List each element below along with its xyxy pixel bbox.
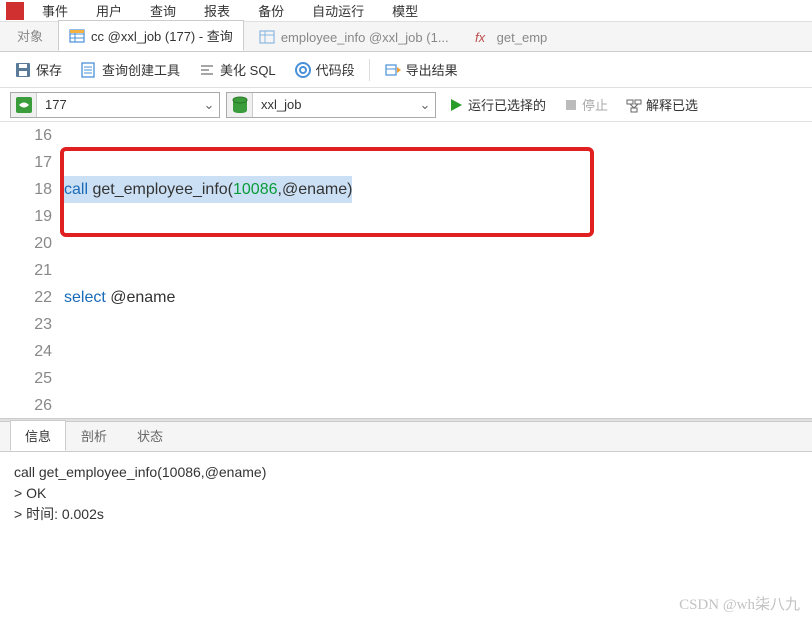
tab-info[interactable]: 信息 bbox=[10, 420, 66, 451]
result-line: > 时间: 0.002s bbox=[14, 504, 798, 525]
tab-label: get_emp bbox=[497, 30, 548, 45]
line-gutter: 1617181920212223242526 bbox=[0, 122, 64, 418]
database-selector[interactable]: xxl_job ⌄ bbox=[226, 92, 436, 118]
tab-function[interactable]: fx get_emp bbox=[464, 23, 559, 51]
button-label: 代码段 bbox=[316, 60, 355, 79]
save-button[interactable]: 保存 bbox=[10, 57, 66, 82]
tab-employee-info[interactable]: employee_info @xxl_job (1... bbox=[248, 23, 460, 51]
result-line: call get_employee_info(10086,@ename) bbox=[14, 462, 798, 483]
beautify-icon bbox=[198, 61, 216, 79]
result-output: call get_employee_info(10086,@ename) > O… bbox=[0, 452, 812, 535]
document-tabs: 对象 cc @xxl_job (177) - 查询 employee_info … bbox=[0, 22, 812, 52]
menu-item[interactable]: 模型 bbox=[378, 0, 432, 22]
function-icon: fx bbox=[475, 29, 491, 45]
code-editor[interactable]: 1617181920212223242526 call get_employee… bbox=[0, 122, 812, 418]
query-builder-icon bbox=[80, 61, 98, 79]
code-text: get_employee_info( bbox=[88, 181, 233, 198]
watermark: CSDN @wh柒八九 bbox=[679, 593, 800, 614]
tab-status[interactable]: 状态 bbox=[122, 420, 178, 451]
query-builder-button[interactable]: 查询创建工具 bbox=[76, 57, 184, 82]
beautify-sql-button[interactable]: 美化 SQL bbox=[194, 57, 280, 82]
explain-icon bbox=[626, 97, 642, 113]
menu-item[interactable]: 自动运行 bbox=[298, 0, 378, 22]
database-icon bbox=[227, 93, 253, 117]
keyword: select bbox=[64, 289, 106, 306]
button-label: 查询创建工具 bbox=[102, 60, 180, 79]
menu-item[interactable]: 用户 bbox=[82, 0, 136, 22]
result-tabs: 信息 剖析 状态 bbox=[0, 422, 812, 452]
snippet-button[interactable]: 代码段 bbox=[290, 57, 359, 82]
chevron-down-icon: ⌄ bbox=[415, 97, 435, 113]
keyword: call bbox=[64, 181, 88, 198]
run-selection-button[interactable]: 运行已选择的 bbox=[442, 92, 552, 117]
menu-item[interactable]: 事件 bbox=[28, 0, 82, 22]
code-text: @ename bbox=[106, 289, 176, 306]
code-text: ,@ename) bbox=[278, 181, 353, 198]
snippet-icon bbox=[294, 61, 312, 79]
button-label: 保存 bbox=[36, 60, 62, 79]
selector-value: 177 bbox=[37, 97, 199, 112]
stop-button[interactable]: 停止 bbox=[558, 92, 614, 117]
connection-icon bbox=[11, 93, 37, 117]
button-label: 运行已选择的 bbox=[468, 95, 546, 114]
tab-label: cc @xxl_job (177) - 查询 bbox=[91, 26, 233, 45]
save-icon bbox=[14, 61, 32, 79]
number-literal: 10086 bbox=[233, 181, 278, 198]
svg-text:fx: fx bbox=[475, 30, 486, 45]
export-button[interactable]: 导出结果 bbox=[380, 57, 462, 82]
code-area[interactable]: call get_employee_info(10086,@ename) sel… bbox=[64, 122, 812, 418]
selector-row: 177 ⌄ xxl_job ⌄ 运行已选择的 停止 解释已选 bbox=[0, 88, 812, 122]
play-icon bbox=[448, 97, 464, 113]
explain-button[interactable]: 解释已选 bbox=[620, 92, 704, 117]
button-label: 停止 bbox=[582, 95, 608, 114]
selector-value: xxl_job bbox=[253, 97, 415, 112]
menu-fragment-icon bbox=[6, 2, 24, 20]
toolbar: 保存 查询创建工具 美化 SQL 代码段 导出结果 bbox=[0, 52, 812, 88]
menu-item[interactable]: 报表 bbox=[190, 0, 244, 22]
button-label: 解释已选 bbox=[646, 95, 698, 114]
tab-objects[interactable]: 对象 bbox=[6, 20, 54, 51]
tab-label: employee_info @xxl_job (1... bbox=[281, 30, 449, 45]
chevron-down-icon: ⌄ bbox=[199, 97, 219, 113]
tab-label: 对象 bbox=[17, 26, 43, 45]
export-icon bbox=[384, 61, 402, 79]
menu-item[interactable]: 备份 bbox=[244, 0, 298, 22]
tab-query-active[interactable]: cc @xxl_job (177) - 查询 bbox=[58, 20, 244, 51]
result-line: > OK bbox=[14, 483, 798, 504]
connection-selector[interactable]: 177 ⌄ bbox=[10, 92, 220, 118]
tab-profile[interactable]: 剖析 bbox=[66, 420, 122, 451]
menu-item[interactable]: 查询 bbox=[136, 0, 190, 22]
menu-bar: 事件 用户 查询 报表 备份 自动运行 模型 bbox=[0, 0, 812, 22]
table-icon bbox=[259, 29, 275, 45]
stop-icon bbox=[564, 98, 578, 112]
button-label: 美化 SQL bbox=[220, 60, 276, 79]
table-icon bbox=[69, 28, 85, 44]
button-label: 导出结果 bbox=[406, 60, 458, 79]
